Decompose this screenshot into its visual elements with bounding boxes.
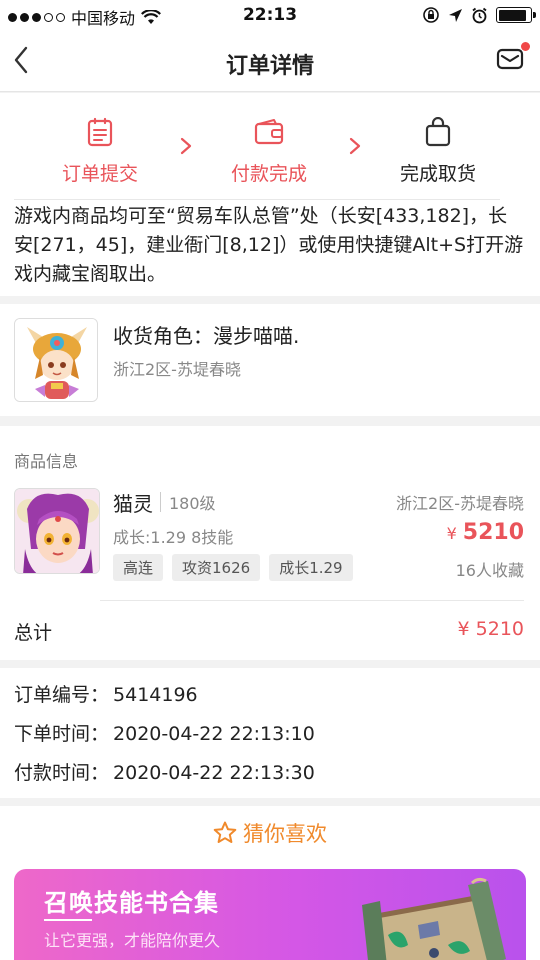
price-value: 5210: [462, 520, 524, 545]
recommend-section: 猜你喜欢 召唤技能书合集 让它更强，才能陪你更久: [0, 806, 540, 960]
order-created-time: 2020-04-22 22:13:10: [113, 723, 315, 745]
goods-card: 商品信息 猫灵 180级 浙江2区-苏堤春晓 成长:1.29 8技能 ¥5210…: [0, 426, 540, 660]
message-button[interactable]: [496, 42, 530, 74]
chevron-right-icon: [180, 137, 192, 155]
nav-bar: 订单详情: [0, 30, 540, 92]
pickup-notice: 游戏内商品均可至“贸易车队总管”处（长安[433,182]，长安[271，45]…: [0, 200, 540, 296]
order-paid-time: 2020-04-22 22:13:30: [113, 762, 315, 784]
status-right: [422, 6, 536, 24]
tag: 攻资1626: [172, 554, 261, 581]
goods-level: 180级: [169, 494, 216, 513]
order-number: 5414196: [113, 684, 198, 706]
divider: [160, 492, 161, 512]
goods-price: ¥5210: [447, 520, 524, 545]
step-order-submitted: 订单提交: [30, 117, 170, 186]
goods-tags: 高连 攻资1626 成长1.29: [113, 554, 353, 581]
recipient-name: 收货角色：漫步喵喵.: [113, 320, 299, 349]
chevron-right-icon: [349, 137, 361, 155]
skill-book-banner[interactable]: 召唤技能书合集 让它更强，才能陪你更久: [14, 869, 526, 960]
banner-title: 召唤技能书合集: [44, 889, 219, 917]
recipient-value: 漫步喵喵.: [213, 324, 300, 348]
page-title: 订单详情: [225, 54, 314, 79]
banner-subtitle: 让它更强，才能陪你更久: [44, 931, 221, 950]
tag: 成长1.29: [269, 554, 353, 581]
order-paid-row: 付款时间： 2020-04-22 22:13:30: [14, 758, 315, 785]
total-label: 总计: [14, 622, 53, 644]
alarm-icon: [472, 7, 487, 23]
battery-icon: [496, 7, 536, 23]
order-created-label: 下单时间：: [14, 723, 110, 745]
order-progress: 订单提交 付款完成 完成取货: [0, 93, 540, 200]
step-payment-complete: 付款完成: [199, 117, 339, 186]
goods-growth: 成长:1.29 8技能: [113, 528, 234, 547]
divider: [44, 919, 92, 921]
order-number-label: 订单编号：: [14, 684, 110, 706]
order-created-row: 下单时间： 2020-04-22 22:13:10: [14, 719, 315, 746]
status-bar: 中国移动 22:13: [0, 0, 540, 30]
recipient-label: 收货角色：: [113, 324, 213, 348]
recommend-title: 猜你喜欢: [0, 818, 540, 848]
recipient-card: 收货角色：漫步喵喵. 浙江2区-苏堤春晓: [0, 304, 540, 416]
mail-icon: [496, 48, 524, 70]
notification-badge: [521, 42, 530, 51]
divider: [100, 600, 524, 601]
step-label: 完成取货: [399, 163, 476, 185]
recommend-title-text: 猜你喜欢: [243, 822, 327, 846]
clipboard-icon: [87, 117, 113, 147]
order-paid-label: 付款时间：: [14, 762, 110, 784]
order-info: 订单编号： 5414196 下单时间： 2020-04-22 22:13:10 付款…: [0, 668, 540, 798]
goods-name: 猫灵: [113, 492, 153, 516]
currency-symbol: ¥: [446, 524, 457, 543]
favorites-count: 16人收藏: [455, 561, 524, 580]
tag: 高连: [113, 554, 164, 581]
total-value: ¥ 5210: [457, 618, 524, 640]
step-pickup-complete: 完成取货: [368, 116, 508, 186]
orientation-lock-icon: [423, 7, 439, 23]
order-number-row: 订单编号： 5414196: [14, 680, 198, 707]
wallet-icon: [254, 119, 284, 145]
goods-server: 浙江2区-苏堤春晓: [396, 494, 524, 513]
step-label: 付款完成: [230, 163, 307, 185]
goods-section-title: 商品信息: [14, 452, 79, 471]
goods-image[interactable]: [14, 488, 100, 574]
location-icon: [449, 8, 462, 22]
recipient-server: 浙江2区-苏堤春晓: [113, 360, 241, 379]
star-icon: [213, 821, 237, 843]
recipient-avatar: [14, 318, 98, 402]
step-label: 订单提交: [61, 163, 138, 185]
shopping-bag-icon: [425, 116, 451, 147]
scroll-illustration: [362, 877, 506, 960]
